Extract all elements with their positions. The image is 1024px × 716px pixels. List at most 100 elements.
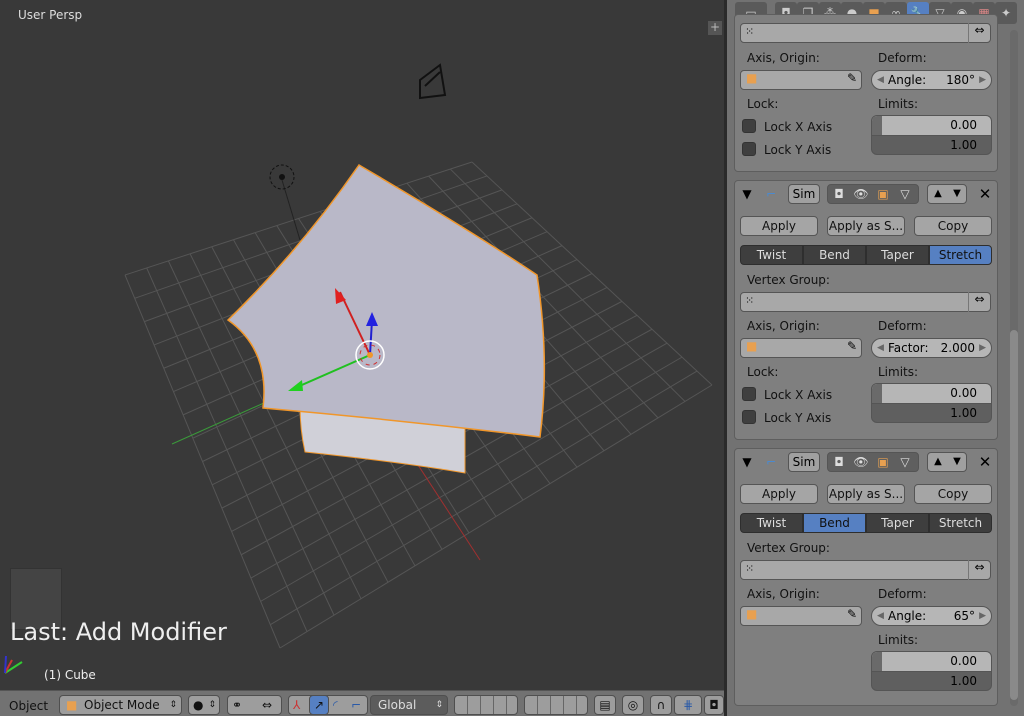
limits-field[interactable]: 0.00 1.00 [871,383,992,423]
vertex-group-field[interactable]: ⁙ ⇔ [740,560,991,580]
snap-element-icon[interactable]: ⋕ [674,695,702,715]
limit-min-value[interactable]: 0.00 [950,654,977,668]
cage-toggle-icon[interactable]: ▽ [895,185,915,203]
mode-stretch[interactable]: Stretch [929,513,992,533]
visibility-toggles: ◘ 👁 ▣ ▽ [827,452,919,472]
move-down-icon[interactable]: ▼ [947,185,967,203]
lock-x-label: Lock X Axis [764,120,833,134]
mode-twist[interactable]: Twist [740,513,803,533]
object-menu[interactable]: Object [9,699,48,713]
origin-object-field[interactable]: ■ ✎ [740,338,862,358]
angle-field[interactable]: ◀ Angle: 180° ▶ [871,70,992,90]
layers-grid-1[interactable] [454,695,518,715]
apply-button[interactable]: Apply [740,484,818,504]
collapse-triangle-icon[interactable]: ▼ [737,453,757,471]
eyedropper-icon[interactable]: ✎ [847,71,857,85]
eyedropper-icon[interactable]: ✎ [847,339,857,353]
mode-taper[interactable]: Taper [866,513,929,533]
object-mode-icon: ■ [66,698,78,712]
simple-deform-icon: ⌐ [765,187,777,201]
properties-scrollbar[interactable] [1010,30,1018,706]
modifier-name-field[interactable]: Sim [788,452,820,472]
mode-dropdown[interactable]: ■ Object Mode ⇕ [59,695,182,715]
proportional-edit-icon[interactable]: ◎ [622,695,644,715]
visibility-toggles: ◘ 👁 ▣ ▽ [827,184,919,204]
manipulator-toggle-icon[interactable]: ⅄ [293,696,300,714]
editmode-toggle-icon[interactable]: ▣ [873,453,893,471]
render-toggle-icon[interactable]: ◘ [829,453,849,471]
mode-stretch[interactable]: Stretch [929,245,992,265]
vertex-group-icon: ⁙ [745,294,755,307]
shading-dropdown[interactable]: ● ⇕ [188,695,220,715]
toolshelf-toggle-button[interactable]: + [708,21,722,35]
mode-taper[interactable]: Taper [866,245,929,265]
render-toggle-icon[interactable]: ◘ [829,185,849,203]
layers-grid-2[interactable] [524,695,588,715]
invert-arrows-icon[interactable]: ⇔ [968,560,990,580]
3d-viewport[interactable]: User Persp + Last: Add Modifier (1) Cube [0,0,724,690]
lock-y-label: Lock Y Axis [764,143,832,157]
axis-origin-label: Axis, Origin: [747,587,820,601]
snap-magnet-icon[interactable]: ∩ [650,695,672,715]
move-up-icon[interactable]: ▲ [928,185,948,203]
scene-canvas[interactable] [0,0,724,690]
lock-x-checkbox[interactable] [742,119,756,133]
limit-max-value[interactable]: 1.00 [950,674,977,688]
translate-manipulator-icon[interactable]: ↗ [309,695,329,715]
move-down-icon[interactable]: ▼ [947,453,967,471]
mode-bend[interactable]: Bend [803,245,866,265]
apply-button[interactable]: Apply [740,216,818,236]
scrollbar-thumb[interactable] [1010,330,1018,700]
angle-field[interactable]: ◀ Angle: 65° ▶ [871,606,992,626]
lock-layers-icon[interactable]: ▤ [594,695,616,715]
lock-y-checkbox[interactable] [742,142,756,156]
remove-modifier-icon[interactable]: ✕ [975,453,995,471]
vertex-group-icon: ⁙ [745,25,755,38]
rotate-manipulator-icon[interactable]: ◜ [333,696,338,714]
copy-button[interactable]: Copy [914,484,992,504]
apply-as-shape-button[interactable]: Apply as S... [827,484,905,504]
invert-arrows-icon[interactable]: ⇔ [968,23,990,43]
cage-toggle-icon[interactable]: ▽ [895,453,915,471]
modifier-name-field[interactable]: Sim [788,184,820,204]
lock-y-checkbox[interactable] [742,410,756,424]
pivot-dropdown[interactable]: ⚭ ⇔ [227,695,282,715]
scale-manipulator-icon[interactable]: ⌐ [351,696,361,714]
move-up-icon[interactable]: ▲ [928,453,948,471]
vertex-group-field[interactable]: ⁙ ⇔ [740,292,991,312]
vertex-group-icon: ⁙ [745,562,755,575]
mode-twist[interactable]: Twist [740,245,803,265]
limit-min-value[interactable]: 0.00 [950,386,977,400]
manipulator-size-icon[interactable]: ⇔ [262,696,272,714]
origin-object-field[interactable]: ■ ✎ [740,606,862,626]
move-buttons: ▲ ▼ [927,452,967,472]
particles-icon[interactable]: ✦ [995,2,1017,24]
mode-bend[interactable]: Bend [803,513,866,533]
selected-mesh-cube[interactable] [226,164,546,438]
eyedropper-icon[interactable]: ✎ [847,607,857,621]
apply-as-shape-button[interactable]: Apply as S... [827,216,905,236]
lock-x-checkbox[interactable] [742,387,756,401]
viewport-toggle-icon[interactable]: 👁 [851,185,871,203]
vertex-group-field[interactable]: ⁙ ⇔ [740,23,991,43]
copy-button[interactable]: Copy [914,216,992,236]
origin-object-field[interactable]: ■ ✎ [740,70,862,90]
modifier-panel-2: ▼ ⌐ Sim ◘ 👁 ▣ ▽ ▲ ▼ ✕ Apply Apply as S..… [734,180,998,440]
limit-max-value[interactable]: 1.00 [950,138,977,152]
remove-modifier-icon[interactable]: ✕ [975,185,995,203]
collapse-triangle-icon[interactable]: ▼ [737,185,757,203]
factor-field[interactable]: ◀ Factor: 2.000 ▶ [871,338,992,358]
last-operator-label[interactable]: Last: Add Modifier [10,618,227,646]
limit-min-value[interactable]: 0.00 [950,118,977,132]
editmode-toggle-icon[interactable]: ▣ [873,185,893,203]
camera-icon[interactable] [419,63,447,100]
limit-max-value[interactable]: 1.00 [950,406,977,420]
orientation-dropdown[interactable]: Global ⇕ [370,695,448,715]
modifier-panel-3: ▼ ⌐ Sim ◘ 👁 ▣ ▽ ▲ ▼ ✕ Apply Apply as S..… [734,448,998,706]
opengl-render-icon[interactable]: ◘ [704,695,724,715]
invert-arrows-icon[interactable]: ⇔ [968,292,990,312]
solid-shading-icon: ● [193,698,204,712]
limits-field[interactable]: 0.00 1.00 [871,115,992,155]
limits-field[interactable]: 0.00 1.00 [871,651,992,691]
viewport-toggle-icon[interactable]: 👁 [851,453,871,471]
